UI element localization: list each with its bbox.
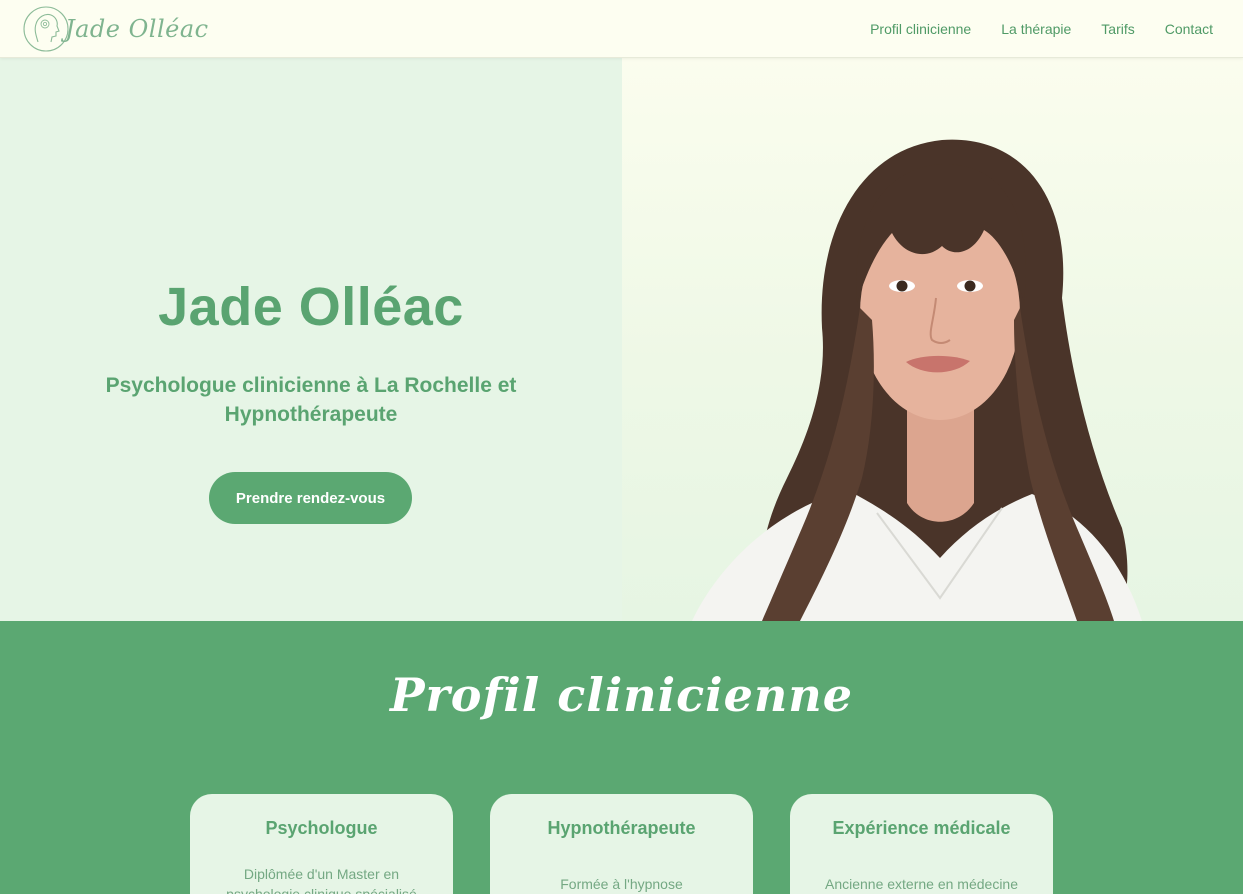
nav-profil-clinicienne[interactable]: Profil clinicienne	[870, 21, 971, 37]
main-nav: Profil clinicienne La thérapie Tarifs Co…	[840, 0, 1213, 57]
hero-subtitle: Psychologue clinicienne à La Rochelle et…	[81, 371, 541, 429]
card-hypnotherapeute: Hypnothérapeute Formée à l'hypnose	[490, 794, 753, 894]
logo-link[interactable]: Jade Olléac	[21, 4, 209, 54]
hero-subtitle-line2: Hypnothérapeute	[224, 403, 398, 426]
portrait-photo	[692, 139, 1142, 621]
hero-name: Jade Olléac	[158, 277, 464, 337]
logo-text: Jade Olléac	[65, 15, 209, 43]
card-title: Hypnothérapeute	[547, 818, 696, 838]
card-text: Ancienne externe en médecine	[817, 874, 1027, 894]
card-text: Formée à l'hypnose	[517, 874, 727, 894]
card-experience-medicale: Expérience médicale Ancienne externe en …	[790, 794, 1053, 894]
card-text-line1: Ancienne externe en médecine	[824, 876, 1019, 892]
book-appointment-button[interactable]: Prendre rendez-vous	[209, 472, 412, 524]
card-text: Diplômée d'un Master en psychologie clin…	[217, 864, 427, 894]
nav-la-therapie[interactable]: La thérapie	[1001, 21, 1071, 37]
card-text-line2: psychologie clinique spécialisé	[226, 886, 417, 894]
hero-subtitle-line1: Psychologue clinicienne à La Rochelle et	[105, 374, 517, 397]
hero-portrait-panel	[622, 58, 1243, 621]
card-title: Psychologue	[265, 818, 378, 838]
card-text-line1: Diplômée d'un Master en	[243, 866, 400, 882]
card-title: Expérience médicale	[832, 818, 1011, 838]
card-psychologue: Psychologue Diplômée d'un Master en psyc…	[190, 794, 453, 894]
nav-contact[interactable]: Contact	[1165, 21, 1213, 37]
hero-text-panel: Jade Olléac Psychologue clinicienne à La…	[0, 58, 622, 621]
site-header: Jade Olléac Profil clinicienne La thérap…	[0, 0, 1243, 58]
head-profile-logo-icon	[23, 6, 69, 52]
nav-tarifs[interactable]: Tarifs	[1101, 21, 1134, 37]
card-text-line1: Formée à l'hypnose	[560, 876, 683, 892]
section-title-profil: Profil clinicienne	[389, 668, 854, 722]
